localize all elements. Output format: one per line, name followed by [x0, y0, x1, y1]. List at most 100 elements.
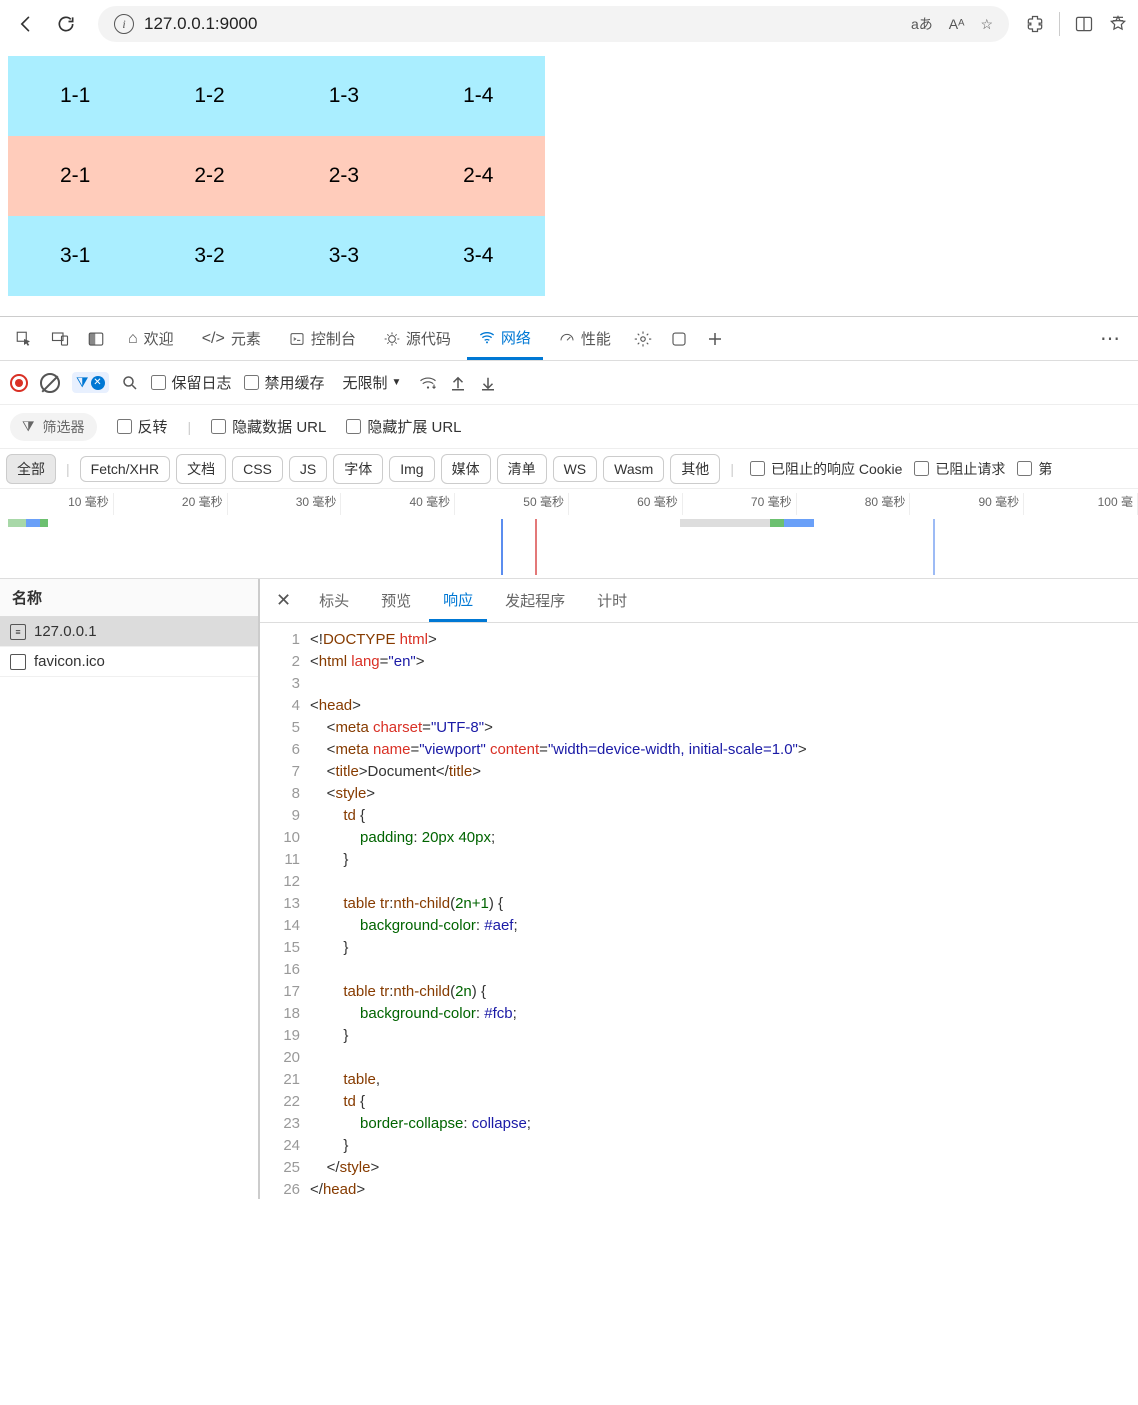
refresh-button[interactable] [50, 8, 82, 40]
tab-console[interactable]: 控制台 [277, 317, 368, 360]
search-icon[interactable] [121, 374, 139, 392]
request-name: 127.0.0.1 [34, 623, 97, 640]
preserve-log-checkbox[interactable]: 保留日志 [151, 372, 232, 393]
network-conditions-icon[interactable] [419, 374, 437, 392]
close-detail-icon[interactable]: ✕ [266, 590, 301, 611]
request-list: 名称 ≡ 127.0.0.1 favicon.ico [0, 579, 260, 1199]
empty-icon [10, 654, 26, 670]
request-row[interactable]: favicon.ico [0, 647, 258, 677]
detail-tabbar: ✕ 标头 预览 响应 发起程序 计时 [260, 579, 1138, 623]
filter-toggle[interactable]: ⧩✕ [72, 372, 109, 393]
filter-media[interactable]: 媒体 [441, 454, 491, 484]
code-icon: </> [202, 330, 225, 348]
tab-elements[interactable]: </>元素 [190, 317, 273, 360]
request-row[interactable]: ≡ 127.0.0.1 [0, 617, 258, 647]
hide-ext-urls-checkbox[interactable]: 隐藏扩展 URL [346, 416, 461, 437]
network-toolbar: ⧩✕ 保留日志 禁用缓存 无限制▼ [0, 361, 1138, 405]
dock-icon[interactable] [80, 323, 112, 355]
read-aloud-icon[interactable]: Aᴬ [949, 16, 965, 32]
filter-input[interactable]: ⧩筛选器 [10, 413, 97, 441]
detail-tab-response[interactable]: 响应 [429, 579, 487, 622]
clear-filter-icon[interactable]: ✕ [91, 376, 105, 390]
divider: | [188, 419, 192, 435]
detail-tab-timing[interactable]: 计时 [583, 579, 641, 622]
inspect-icon[interactable] [8, 323, 40, 355]
panel-icon[interactable] [663, 323, 695, 355]
blocked-cookies-checkbox[interactable]: 已阻止的响应 Cookie [750, 459, 902, 479]
detail-tab-headers[interactable]: 标头 [305, 579, 363, 622]
demo-table: 1-1 1-2 1-3 1-4 2-1 2-2 2-3 2-4 3-1 3-2 … [8, 56, 545, 296]
filter-js[interactable]: JS [289, 456, 327, 482]
column-header-name[interactable]: 名称 [0, 579, 258, 617]
gauge-icon [559, 331, 575, 347]
throttling-select[interactable]: 无限制▼ [337, 370, 408, 395]
wifi-icon [479, 329, 495, 345]
table-row: 3-1 3-2 3-3 3-4 [8, 216, 545, 296]
tab-welcome[interactable]: ⌂欢迎 [116, 317, 186, 360]
filter-fetch[interactable]: Fetch/XHR [80, 456, 170, 482]
plus-icon[interactable] [699, 323, 731, 355]
response-code-viewer[interactable]: 1234567891011121314151617181920212223242… [260, 623, 1138, 1199]
device-icon[interactable] [44, 323, 76, 355]
record-button[interactable] [10, 374, 28, 392]
more-icon[interactable]: ⋯ [1090, 326, 1130, 351]
filter-all[interactable]: 全部 [6, 454, 56, 484]
marker [933, 519, 935, 575]
caret-down-icon: ▼ [392, 377, 402, 388]
filter-ws[interactable]: WS [553, 456, 598, 482]
document-icon: ≡ [10, 624, 26, 640]
invert-checkbox[interactable]: 反转 [117, 416, 168, 437]
divider [1059, 12, 1060, 36]
translate-icon[interactable]: aあ [911, 14, 933, 34]
favorite-icon[interactable]: ☆ [980, 16, 993, 33]
filter-bar: ⧩筛选器 反转 | 隐藏数据 URL 隐藏扩展 URL [0, 405, 1138, 449]
console-icon [289, 331, 305, 347]
split-screen-icon[interactable] [1074, 14, 1094, 34]
waterfall-overview[interactable]: 10 毫秒 20 毫秒 30 毫秒 40 毫秒 50 毫秒 60 毫秒 70 毫… [0, 489, 1138, 579]
table-cell: 2-3 [277, 136, 411, 216]
back-button[interactable] [10, 8, 42, 40]
filter-doc[interactable]: 文档 [176, 454, 226, 484]
filter-css[interactable]: CSS [232, 456, 283, 482]
detail-tab-initiator[interactable]: 发起程序 [491, 579, 579, 622]
filter-wasm[interactable]: Wasm [603, 456, 664, 482]
network-body: 名称 ≡ 127.0.0.1 favicon.ico ✕ 标头 预览 响应 发起… [0, 579, 1138, 1199]
gear-icon[interactable] [627, 323, 659, 355]
tab-performance[interactable]: 性能 [547, 317, 623, 360]
download-icon[interactable] [479, 374, 497, 392]
upload-icon[interactable] [449, 374, 467, 392]
table-cell: 3-1 [8, 216, 142, 296]
extensions-icon[interactable] [1025, 14, 1045, 34]
filter-img[interactable]: Img [389, 456, 434, 482]
blocked-requests-checkbox[interactable]: 已阻止请求 [914, 459, 1005, 479]
table-cell: 1-1 [8, 56, 142, 136]
bug-icon [384, 331, 400, 347]
detail-tab-preview[interactable]: 预览 [367, 579, 425, 622]
devtools-panel: ⌂欢迎 </>元素 控制台 源代码 网络 性能 ⋯ ⧩✕ 保留日志 禁用缓存 无… [0, 316, 1138, 1199]
line-gutter: 1234567891011121314151617181920212223242… [260, 623, 310, 1199]
table-cell: 2-1 [8, 136, 142, 216]
hide-data-urls-checkbox[interactable]: 隐藏数据 URL [211, 416, 326, 437]
tab-network[interactable]: 网络 [467, 317, 543, 360]
table-cell: 3-4 [411, 216, 545, 296]
url-text: 127.0.0.1:9000 [144, 14, 257, 34]
disable-cache-checkbox[interactable]: 禁用缓存 [244, 372, 325, 393]
divider: | [726, 461, 738, 477]
load-marker [535, 519, 537, 575]
third-party-checkbox[interactable]: 第 [1017, 459, 1052, 479]
collections-icon[interactable] [1108, 14, 1128, 34]
filter-other[interactable]: 其他 [670, 454, 720, 484]
code-lines: <!DOCTYPE html><html lang="en"> <head> <… [310, 623, 807, 1199]
filter-manifest[interactable]: 清单 [497, 454, 547, 484]
table-cell: 3-3 [277, 216, 411, 296]
address-bar[interactable]: i 127.0.0.1:9000 aあ Aᴬ ☆ [98, 6, 1009, 42]
clear-button[interactable] [40, 373, 60, 393]
home-icon: ⌂ [128, 330, 138, 348]
filter-font[interactable]: 字体 [333, 454, 383, 484]
table-cell: 1-3 [277, 56, 411, 136]
domcontentloaded-marker [501, 519, 503, 575]
table-row: 2-1 2-2 2-3 2-4 [8, 136, 545, 216]
table-cell: 1-2 [142, 56, 276, 136]
tab-sources[interactable]: 源代码 [372, 317, 463, 360]
site-info-icon[interactable]: i [114, 14, 134, 34]
